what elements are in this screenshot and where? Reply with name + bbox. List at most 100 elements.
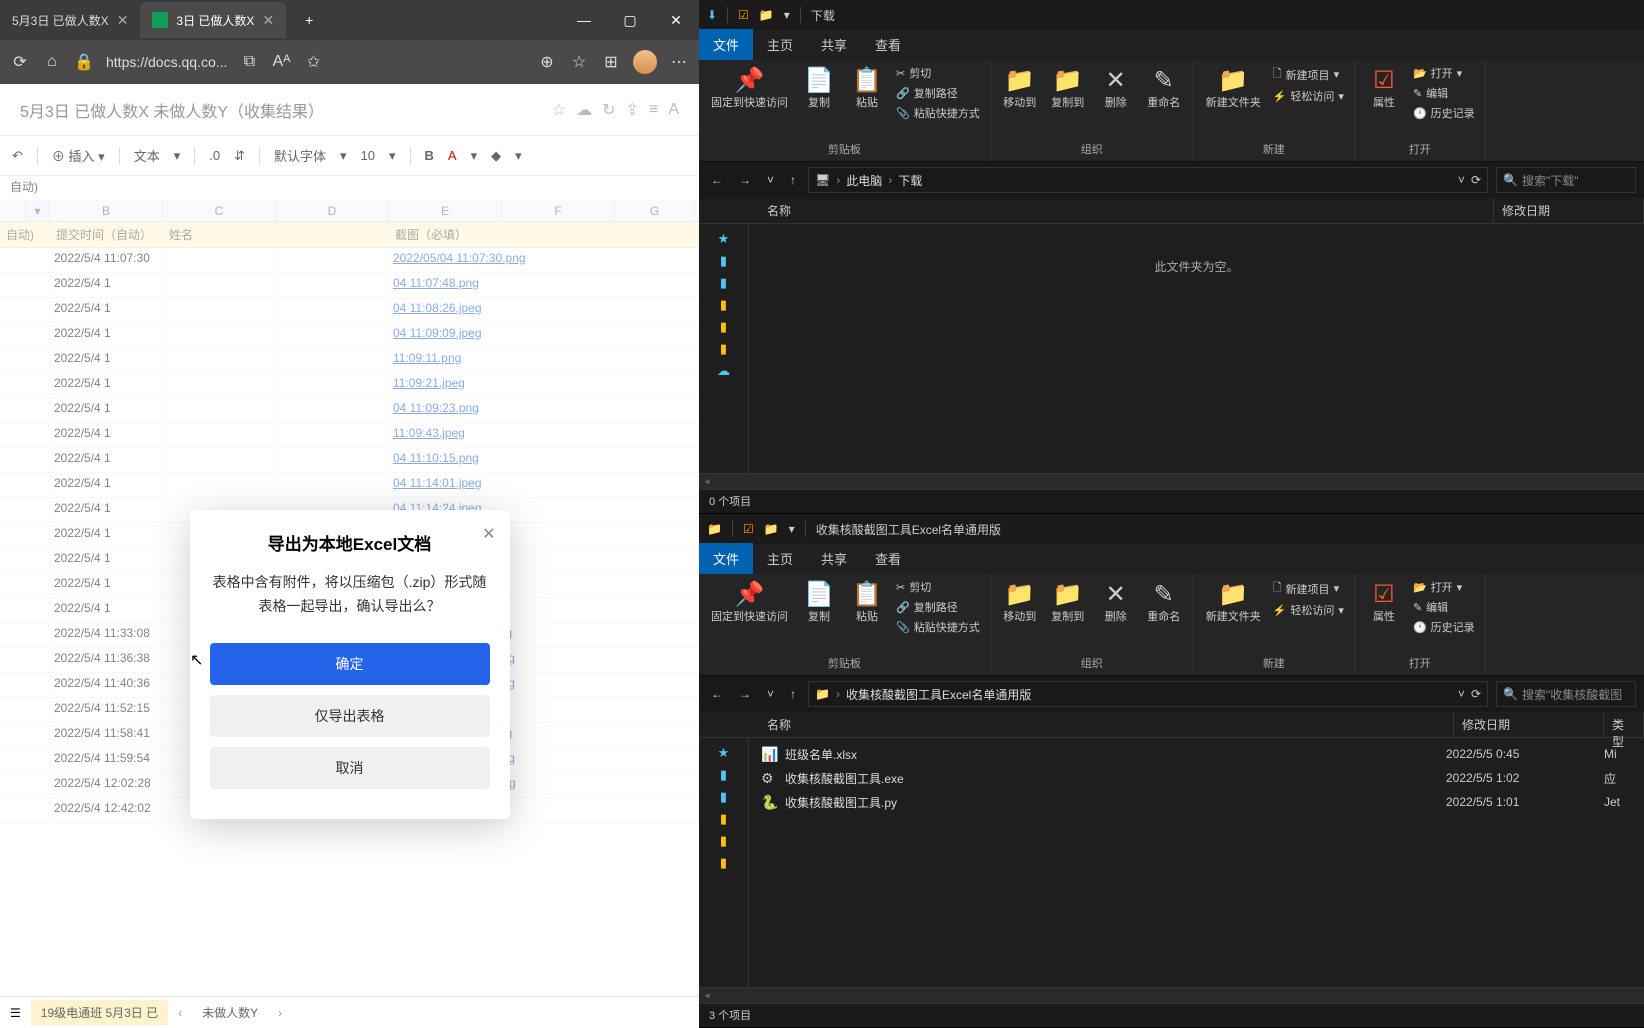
folder-icon[interactable]: ▮ bbox=[699, 852, 748, 874]
file-row[interactable]: ⚙收集核酸截图工具.exe2022/5/5 1:02应 bbox=[749, 766, 1644, 790]
format-icon[interactable]: A bbox=[668, 101, 679, 119]
refresh-icon[interactable]: ⟳ bbox=[10, 52, 30, 72]
breadcrumb[interactable]: 📁 › 收集核酸截图工具Excel名单通用版 ˅ ⟳ bbox=[808, 681, 1488, 707]
sheet-tab-2[interactable]: 未做人数Y bbox=[192, 1000, 268, 1025]
history-button[interactable]: 🕐 历史记录 bbox=[1411, 618, 1477, 636]
folder-icon[interactable]: ▮ bbox=[699, 294, 748, 316]
breadcrumb[interactable]: 🖥 › 此电脑 › 下载 ˅ ⟳ bbox=[808, 167, 1488, 193]
col-type[interactable]: 类型 bbox=[1604, 712, 1644, 737]
home-icon[interactable]: ⌂ bbox=[42, 53, 62, 71]
folder-icon[interactable]: ▮ bbox=[699, 272, 748, 294]
tab-view[interactable]: 查看 bbox=[861, 543, 915, 574]
rename-button[interactable]: ✎重命名 bbox=[1143, 578, 1185, 626]
moveto-button[interactable]: 📁移动到 bbox=[999, 578, 1041, 626]
horizontal-scrollbar[interactable] bbox=[699, 473, 1644, 489]
refresh-icon[interactable]: ⟳ bbox=[1471, 687, 1481, 701]
folder-icon[interactable]: ▮ bbox=[699, 250, 748, 272]
delete-button[interactable]: ✕删除 bbox=[1095, 578, 1137, 626]
copyto-button[interactable]: 📁复制到 bbox=[1047, 578, 1089, 626]
moveto-button[interactable]: 📁移动到 bbox=[999, 64, 1041, 112]
search-input[interactable]: 🔍 搜索"收集核酸截图 bbox=[1496, 681, 1636, 707]
delete-button[interactable]: ✕删除 bbox=[1095, 64, 1137, 112]
tab-view[interactable]: 查看 bbox=[861, 29, 915, 60]
recent-button[interactable]: ˅ bbox=[763, 171, 778, 189]
quick-access-icon[interactable]: ★ bbox=[699, 742, 748, 764]
cloud-icon[interactable]: ☁ bbox=[576, 100, 592, 120]
next-icon[interactable]: › bbox=[278, 1006, 282, 1020]
open-button[interactable]: 📂 打开 ▾ bbox=[1411, 578, 1477, 596]
favorites-icon[interactable]: ☆ bbox=[569, 52, 589, 72]
onedrive-icon[interactable]: ☁ bbox=[699, 360, 748, 382]
up-button[interactable]: ↑ bbox=[786, 685, 800, 703]
minimize-button[interactable]: ― bbox=[561, 0, 607, 40]
properties-button[interactable]: ☑属性 bbox=[1363, 64, 1405, 112]
history-icon[interactable]: ↻ bbox=[602, 100, 615, 120]
tab-file[interactable]: 文件 bbox=[699, 29, 753, 60]
close-icon[interactable]: ✕ bbox=[262, 12, 274, 29]
undo-icon[interactable]: ↶ bbox=[12, 148, 23, 164]
menu-icon[interactable]: ⋯ bbox=[669, 52, 689, 72]
checkbox-icon[interactable]: ☑ bbox=[743, 522, 754, 536]
file-list[interactable]: 此文件夹为空。 bbox=[749, 224, 1644, 473]
dropdown-icon[interactable]: ˅ bbox=[1458, 173, 1465, 187]
edit-button[interactable]: ✎ 编辑 bbox=[1411, 598, 1477, 616]
tab-share[interactable]: 共享 bbox=[807, 29, 861, 60]
col-name[interactable]: 名称 bbox=[759, 198, 1494, 223]
open-button[interactable]: 📂 打开 ▾ bbox=[1411, 64, 1477, 82]
paste-shortcut-button[interactable]: 📎 粘贴快捷方式 bbox=[894, 104, 982, 122]
tab-share[interactable]: 共享 bbox=[807, 543, 861, 574]
checkbox-icon[interactable]: ☑ bbox=[738, 8, 749, 22]
tab-home[interactable]: 主页 bbox=[753, 29, 807, 60]
newitem-button[interactable]: 🗋 新建项目 ▾ bbox=[1271, 578, 1346, 599]
browser-tab-1[interactable]: 5月3日 已做人数X ✕ bbox=[0, 2, 140, 38]
cut-button[interactable]: ✂ 剪切 bbox=[894, 64, 982, 82]
file-row[interactable]: 📊班级名单.xlsx2022/5/5 0:45Mi bbox=[749, 742, 1644, 766]
newfolder-button[interactable]: 📁新建文件夹 bbox=[1202, 64, 1265, 112]
tab-home[interactable]: 主页 bbox=[753, 543, 807, 574]
read-icon[interactable]: Aᴬ bbox=[271, 53, 291, 71]
newfolder-button[interactable]: 📁新建文件夹 bbox=[1202, 578, 1265, 626]
paste-button[interactable]: 📋粘贴 bbox=[846, 64, 888, 112]
modal-close-button[interactable]: ✕ bbox=[482, 524, 495, 544]
pin-button[interactable]: 📌固定到快速访问 bbox=[707, 64, 792, 112]
refresh-icon[interactable]: ⟳ bbox=[1471, 173, 1481, 187]
cut-button[interactable]: ✂ 剪切 bbox=[894, 578, 982, 596]
paste-button[interactable]: 📋粘贴 bbox=[846, 578, 888, 626]
back-button[interactable]: ← bbox=[707, 171, 727, 189]
maximize-button[interactable]: ▢ bbox=[607, 0, 653, 40]
up-button[interactable]: ↑ bbox=[786, 171, 800, 189]
avatar[interactable] bbox=[633, 50, 657, 74]
col-name[interactable]: 名称 bbox=[759, 712, 1454, 737]
copy-button[interactable]: 📄复制 bbox=[798, 578, 840, 626]
easyaccess-button[interactable]: ⚡ 轻松访问 ▾ bbox=[1271, 87, 1346, 105]
new-tab-button[interactable]: + bbox=[286, 0, 332, 40]
copypath-button[interactable]: 🔗 复制路径 bbox=[894, 598, 982, 616]
favorite-icon[interactable]: ✩ bbox=[303, 52, 323, 72]
close-icon[interactable]: ✕ bbox=[117, 12, 129, 29]
sheets-icon[interactable]: ☰ bbox=[10, 1006, 21, 1020]
bold-button[interactable]: B bbox=[425, 148, 434, 163]
forward-button[interactable]: → bbox=[735, 171, 755, 189]
folder-icon[interactable]: 📁 bbox=[707, 522, 722, 536]
edit-button[interactable]: ✎ 编辑 bbox=[1411, 84, 1477, 102]
cancel-button[interactable]: 取消 bbox=[210, 747, 490, 789]
recent-button[interactable]: ˅ bbox=[763, 685, 778, 703]
col-date[interactable]: 修改日期 bbox=[1454, 712, 1604, 737]
text-color-button[interactable]: A bbox=[448, 148, 457, 163]
folder-icon[interactable]: ▮ bbox=[699, 830, 748, 852]
star-icon[interactable]: ☆ bbox=[552, 100, 566, 120]
paste-shortcut-button[interactable]: 📎 粘贴快捷方式 bbox=[894, 618, 982, 636]
copypath-button[interactable]: 🔗 复制路径 bbox=[894, 84, 982, 102]
col-date[interactable]: 修改日期 bbox=[1494, 198, 1644, 223]
folder-icon[interactable]: ▮ bbox=[699, 764, 748, 786]
collections-icon[interactable]: ⊞ bbox=[601, 52, 621, 72]
font-size[interactable]: 10 bbox=[361, 148, 375, 163]
share-icon[interactable]: ⇪ bbox=[626, 100, 639, 120]
down-arrow-icon[interactable]: ⬇ bbox=[707, 8, 717, 22]
back-button[interactable]: ← bbox=[707, 685, 727, 703]
prev-icon[interactable]: ‹ bbox=[178, 1006, 182, 1020]
extensions-icon[interactable]: ⊕ bbox=[537, 52, 557, 72]
pin-button[interactable]: 📌固定到快速访问 bbox=[707, 578, 792, 626]
sheet-tab-1[interactable]: 19级电通班 5月3日 已 bbox=[31, 1000, 168, 1025]
decimal-icon[interactable]: ⇵ bbox=[234, 148, 245, 164]
